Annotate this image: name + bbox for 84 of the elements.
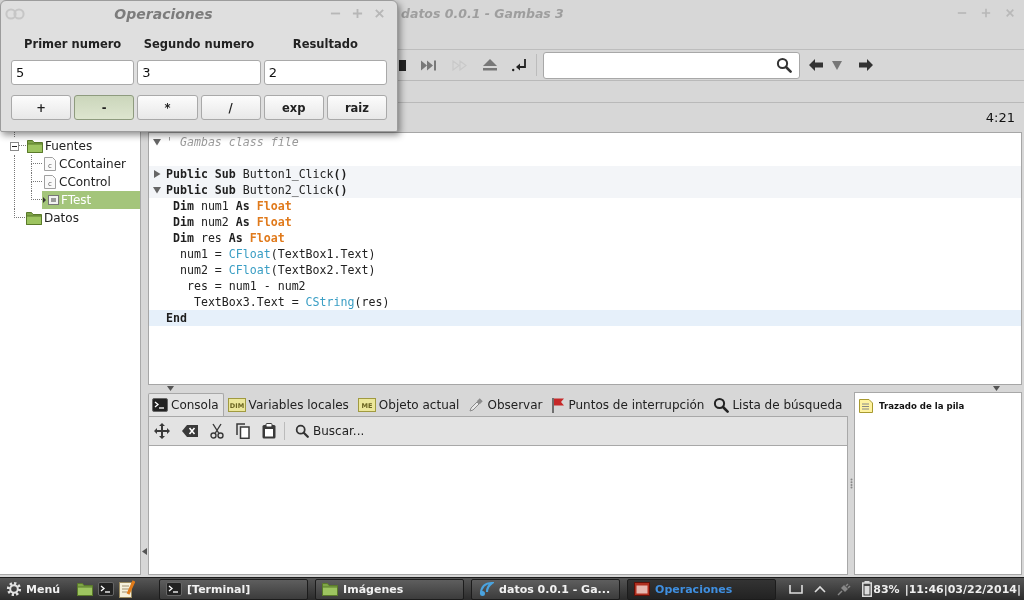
panel-title: Trazado de la pila (879, 401, 965, 411)
operation-button[interactable]: * (137, 95, 198, 120)
folder-icon (322, 582, 339, 596)
operation-button[interactable]: exp (263, 95, 324, 120)
menu-button[interactable]: Menú (4, 581, 63, 597)
copy-icon[interactable] (236, 423, 250, 439)
battery-icon[interactable] (862, 581, 873, 597)
terminal-icon (152, 397, 168, 413)
skip-forward-icon[interactable] (421, 59, 437, 71)
number-field[interactable]: 2 (263, 60, 387, 85)
clock[interactable]: |11:46|03/22/2014| (904, 582, 1021, 596)
clipboard-icon[interactable] (262, 423, 276, 439)
code-line: Public Sub Button1_Click() (166, 167, 348, 181)
tree-item[interactable]: Fuentes (26, 137, 140, 155)
taskbar-button[interactable]: Operaciones (627, 578, 777, 600)
code-line: TextBox3.Text = CString(res) (192, 295, 390, 309)
flag-icon (551, 397, 566, 413)
backspace-icon[interactable] (182, 425, 198, 437)
minus-box-icon[interactable] (10, 141, 19, 151)
note-icon (859, 399, 873, 413)
splitter-arrow-icon[interactable] (142, 548, 147, 555)
field-label: Segundo numero (142, 36, 256, 52)
pencil-icon (468, 397, 485, 413)
operation-button[interactable]: / (200, 95, 261, 120)
eject-icon[interactable] (483, 59, 497, 71)
code-line: Public Sub Button2_Click() (166, 183, 348, 197)
dropdown-caret-icon[interactable] (832, 60, 842, 70)
swirl-icon (478, 581, 495, 597)
panel-tab[interactable]: Observar (464, 393, 548, 416)
caret-up-icon[interactable] (814, 585, 827, 593)
taskbar-button[interactable]: [Terminal] (159, 578, 309, 600)
code-line: Dim num1 As Float (171, 199, 292, 213)
splitter-arrow-icon[interactable] (993, 386, 1000, 391)
fold-arrow-icon[interactable] (153, 170, 161, 178)
rings-icon (5, 7, 25, 20)
return-arrow-icon[interactable] (512, 58, 528, 72)
operation-button[interactable]: - (74, 95, 135, 120)
folder-icon (26, 211, 42, 225)
field-label: Primer numero (23, 36, 123, 52)
notepad-icon[interactable] (119, 580, 136, 598)
panel-tab[interactable]: Consola (148, 393, 224, 416)
stop-icon[interactable] (399, 59, 406, 71)
terminal-icon[interactable] (98, 581, 115, 597)
tree-item[interactable]: Datos (25, 209, 140, 227)
number-field[interactable]: 3 (137, 60, 261, 85)
search-icon (713, 397, 730, 413)
search-icon (295, 424, 309, 438)
code-line: res = num1 - num2 (185, 279, 306, 293)
operation-button[interactable]: + (11, 95, 72, 120)
window-title: datos 0.0.1 - Gambas 3 (401, 5, 565, 21)
code-line: num1 = CFloat(TextBox1.Text) (178, 247, 376, 261)
code-line: Dim num2 As Float (171, 215, 292, 229)
panel-tab[interactable]: Puntos de interrupción (547, 393, 710, 416)
back-arrow-icon[interactable] (809, 59, 823, 71)
number-field[interactable]: 5 (11, 60, 135, 85)
taskbar-button[interactable]: datos 0.0.1 - Ga... (471, 578, 621, 600)
forward-arrow-icon[interactable] (859, 59, 873, 71)
search-field[interactable] (543, 51, 800, 79)
plug-icon[interactable] (837, 582, 852, 596)
operation-button[interactable]: raiz (326, 95, 387, 120)
panel-tab[interactable]: Lista de búsqueda (709, 393, 848, 416)
gear-icon (6, 581, 22, 597)
window-title: Operaciones (113, 5, 214, 22)
splitter-grip-icon[interactable] (849, 478, 853, 489)
app-window-icon (634, 582, 651, 596)
code-line: End (166, 311, 187, 325)
splitter-arrow-icon[interactable] (167, 386, 174, 391)
find-button[interactable]: Buscar... (293, 424, 367, 438)
taskbar-button[interactable]: Imágenes (315, 578, 465, 600)
cursor-position: 4:21 (985, 110, 1015, 125)
code-line: ' Gambas class file (166, 135, 299, 149)
folder-icon[interactable] (77, 582, 94, 596)
folder-icon (27, 139, 43, 153)
bracket-icon[interactable] (789, 584, 804, 594)
scissors-icon[interactable] (210, 423, 224, 439)
code-line: Dim res As Float (171, 231, 285, 245)
field-label: Resultado (291, 36, 359, 52)
move-arrows-icon[interactable] (154, 423, 170, 439)
fold-arrow-icon[interactable] (153, 138, 161, 146)
code-line: num2 = CFloat(TextBox2.Text) (178, 263, 376, 277)
search-icon[interactable] (776, 57, 792, 73)
fold-arrow-icon[interactable] (153, 186, 161, 194)
battery-percent: 83% (873, 582, 900, 596)
terminal-icon (166, 581, 183, 597)
